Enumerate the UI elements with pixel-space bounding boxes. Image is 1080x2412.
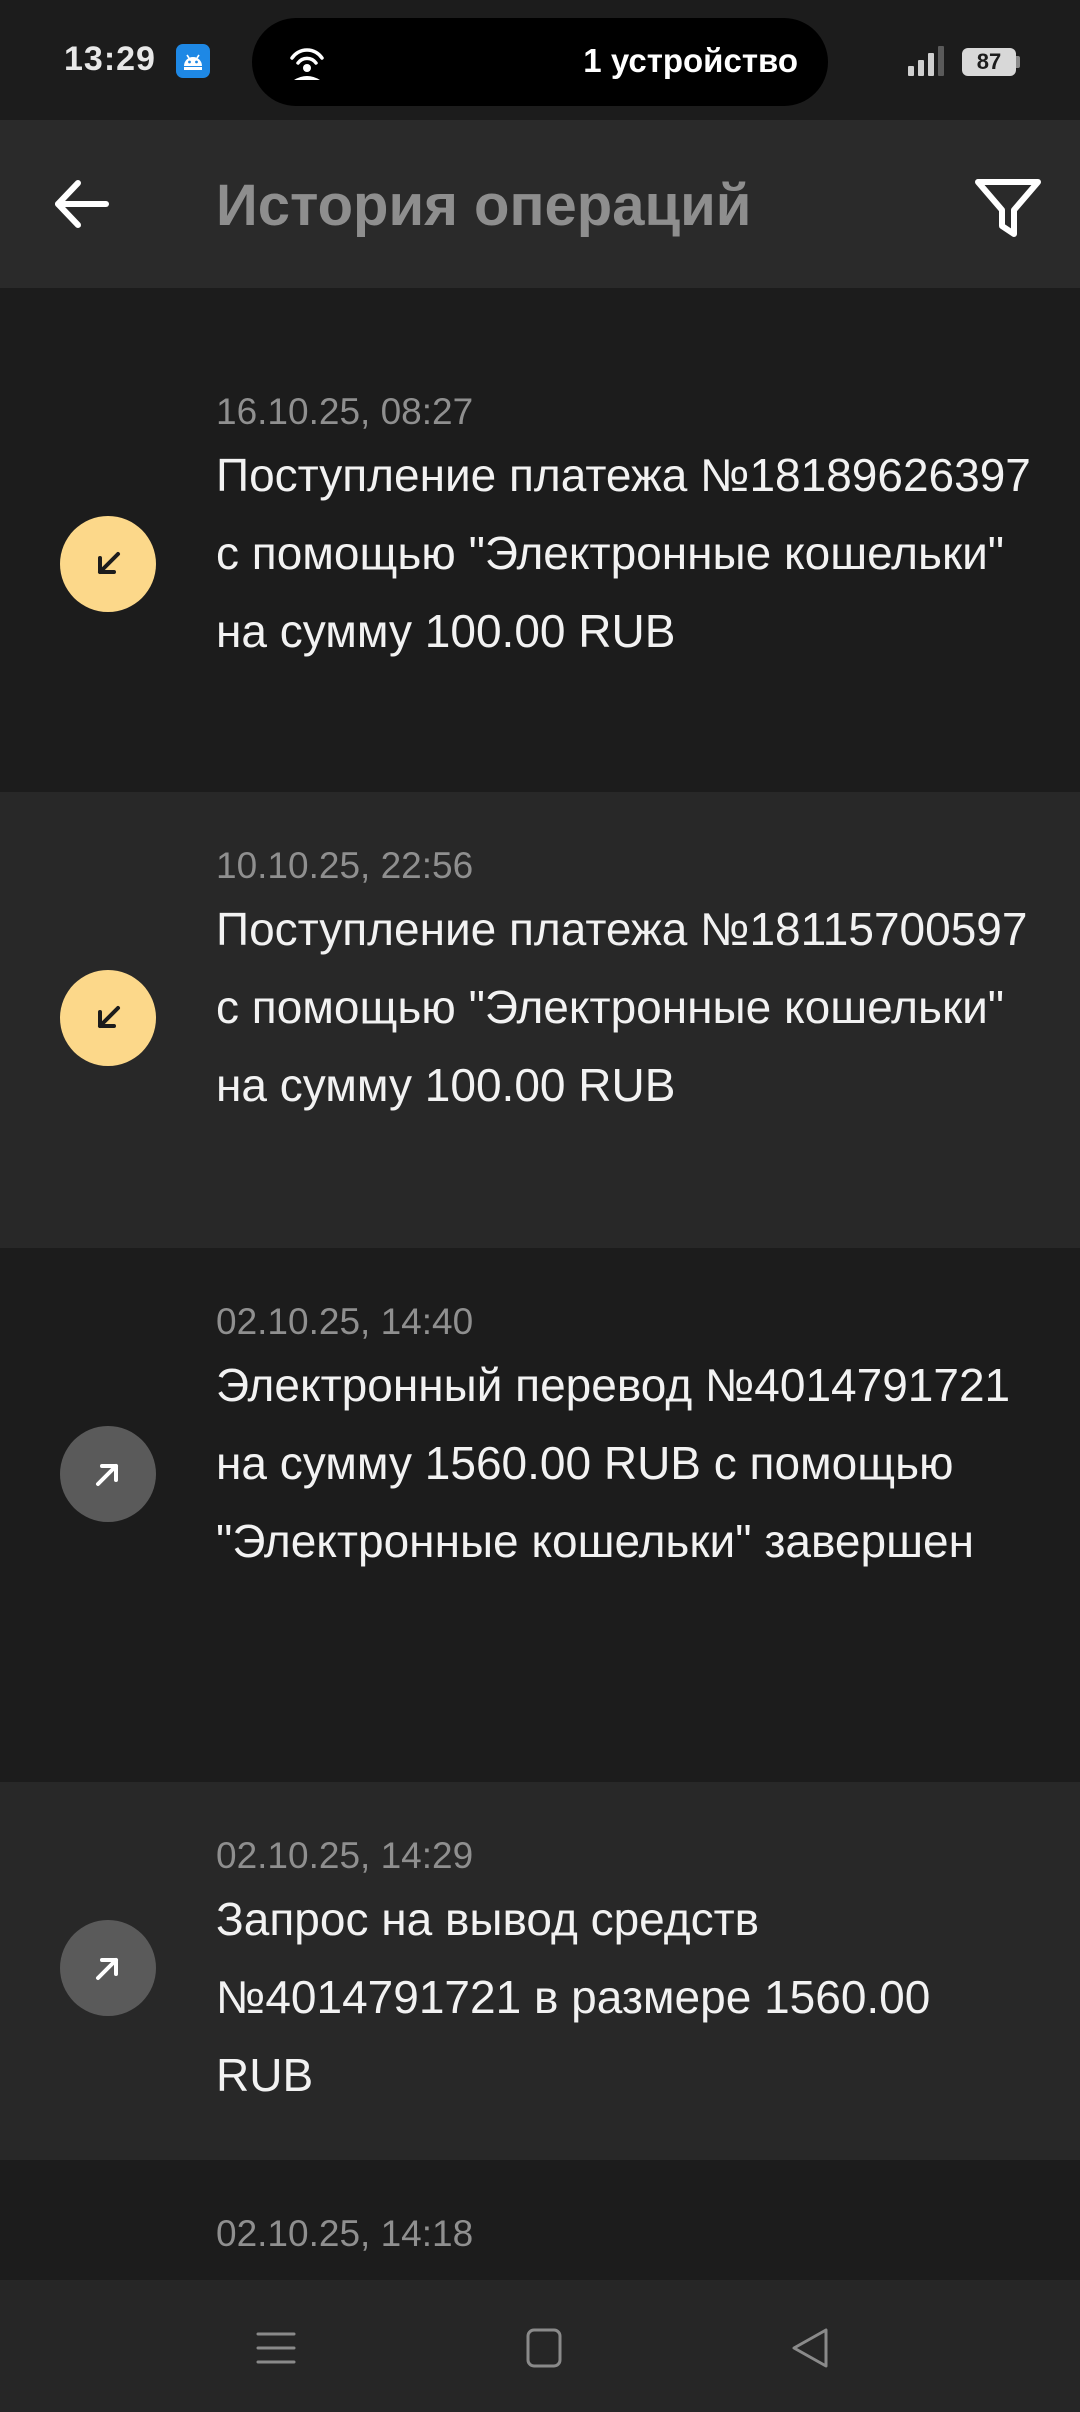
back-arrow-icon[interactable] [44, 166, 120, 242]
home-square-icon[interactable] [516, 2320, 572, 2376]
page-title: История операций [216, 173, 752, 238]
arrow-up-right-icon [60, 1426, 156, 1522]
system-nav-bar [0, 2280, 1080, 2412]
operation-description: Запрос на вывод средств №4014791721 в ра… [216, 1893, 931, 2101]
battery-level: 87 [976, 49, 1002, 74]
operation-item[interactable]: 02.10.25, 14:18 [0, 2160, 1080, 2280]
android-app-icon [176, 44, 210, 78]
battery-tip [1016, 56, 1020, 68]
hotspot-icon [290, 48, 324, 80]
operation-date: 02.10.25, 14:40 [216, 1301, 474, 1342]
operation-item[interactable]: 16.10.25, 08:27 Поступление платежа №181… [0, 288, 1080, 792]
arrow-down-left-icon [60, 516, 156, 612]
operation-date: 10.10.25, 22:56 [216, 845, 474, 886]
battery-icon: 87 [962, 48, 1016, 76]
operation-date: 02.10.25, 14:29 [216, 1835, 474, 1876]
operation-description: Поступление платежа №18189626397 с помощ… [216, 449, 1031, 657]
operation-date: 02.10.25, 14:18 [216, 2213, 474, 2254]
menu-icon[interactable] [248, 2320, 304, 2376]
status-bar: 13:29 1 устройство 87 [0, 0, 1080, 120]
operation-date: 16.10.25, 08:27 [216, 391, 474, 432]
operation-description: Поступление платежа №18115700597 с помощ… [216, 903, 1028, 1111]
status-time: 13:29 [64, 40, 156, 78]
signal-icon [908, 46, 944, 76]
arrow-down-left-icon [60, 970, 156, 1066]
operation-item[interactable]: 02.10.25, 14:29 Запрос на вывод средств … [0, 1782, 1080, 2160]
operation-item[interactable]: 02.10.25, 14:40 Электронный перевод №401… [0, 1248, 1080, 1782]
arrow-up-right-icon [60, 1920, 156, 2016]
filter-icon[interactable] [966, 170, 1050, 246]
operation-description: Электронный перевод №4014791721 на сумму… [216, 1359, 1011, 1567]
nav-back-triangle-icon[interactable] [782, 2320, 838, 2376]
app-header: История операций [0, 120, 1080, 288]
hotspot-pill[interactable]: 1 устройство [252, 18, 828, 106]
hotspot-devices-label: 1 устройство [583, 42, 798, 79]
operation-item[interactable]: 10.10.25, 22:56 Поступление платежа №181… [0, 792, 1080, 1248]
